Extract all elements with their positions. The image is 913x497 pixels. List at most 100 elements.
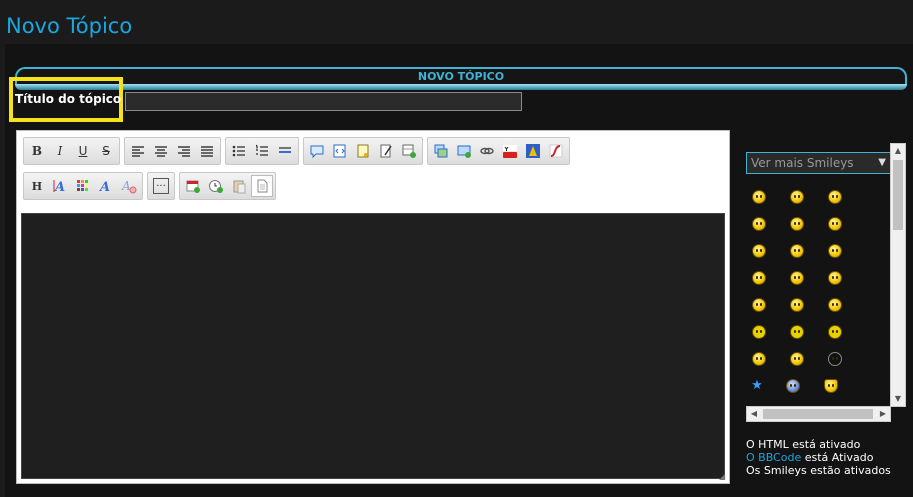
edit-page-icon (380, 144, 392, 158)
smiley-icon[interactable] (752, 217, 766, 231)
smiley-panel: Ver mais Smileys ▼ ★ (746, 152, 906, 422)
scroll-down-icon[interactable]: ▼ (891, 392, 905, 406)
font-size-button[interactable]: A (49, 175, 71, 197)
heading-button[interactable]: H (26, 175, 48, 197)
italic-button[interactable]: I (49, 140, 71, 162)
smiley-icon[interactable] (786, 379, 800, 393)
scroll-right-icon[interactable]: ▶ (876, 407, 890, 421)
smiley-icon[interactable] (790, 298, 804, 312)
bullet-list-icon (232, 145, 245, 157)
numbered-list-button[interactable] (251, 140, 273, 162)
font-face-icon: A (98, 180, 110, 194)
smileys-status: Os Smileys estão ativados (746, 464, 891, 477)
remove-format-button[interactable]: A (118, 175, 140, 197)
youtube-button[interactable] (499, 140, 521, 162)
editor: B I U S H A A A ··· ◢ (16, 130, 730, 484)
smiley-icon[interactable] (828, 244, 842, 258)
link-icon (480, 147, 494, 155)
smiley-icon[interactable] (828, 190, 842, 204)
source-mode-button[interactable] (251, 175, 273, 197)
more-smileys-select[interactable]: Ver mais Smileys ▼ (746, 152, 891, 174)
align-left-button[interactable] (127, 140, 149, 162)
svg-text:A: A (53, 180, 65, 194)
table-add-icon (402, 144, 416, 158)
color-button[interactable] (72, 175, 94, 197)
eyes-smiley-icon[interactable] (828, 352, 842, 366)
smiley-icon[interactable] (752, 352, 766, 366)
date-button[interactable] (182, 175, 204, 197)
smiley-icon[interactable] (790, 217, 804, 231)
toolbar-row-1: B I U S (23, 137, 570, 165)
host-image-button[interactable] (453, 140, 475, 162)
smiley-icon[interactable] (828, 298, 842, 312)
form-header: NOVO TÓPICO (15, 67, 907, 85)
table-button[interactable] (398, 140, 420, 162)
title-input[interactable] (125, 92, 522, 111)
quote-button[interactable] (306, 140, 328, 162)
underline-button[interactable]: U (72, 140, 94, 162)
paste-button[interactable] (228, 175, 250, 197)
align-right-button[interactable] (173, 140, 195, 162)
note-icon (357, 144, 369, 158)
code-icon (333, 144, 346, 158)
font-face-button[interactable]: A (95, 175, 117, 197)
align-left-icon (132, 146, 144, 157)
star-icon[interactable]: ★ (750, 379, 764, 393)
flash-button[interactable] (545, 140, 567, 162)
image-icon (434, 144, 448, 158)
smiley-icon[interactable] (752, 271, 766, 285)
smiley-vertical-scrollbar[interactable]: ▲ ▼ (890, 143, 906, 407)
more-smileys-label: Ver mais Smileys (751, 156, 854, 170)
horizontal-rule-button[interactable] (274, 140, 296, 162)
link-button[interactable] (476, 140, 498, 162)
page-title: Novo Tópico (6, 14, 133, 38)
underline-label: U (78, 144, 88, 158)
exclamation-smiley-icon[interactable] (752, 325, 766, 339)
scroll-thumb[interactable] (763, 409, 873, 419)
align-center-icon (155, 146, 167, 157)
scroll-thumb[interactable] (893, 160, 903, 230)
more-button[interactable]: ··· (150, 175, 172, 197)
smiley-icon[interactable] (828, 217, 842, 231)
message-textarea[interactable] (21, 213, 725, 479)
heart-smiley-icon[interactable] (824, 379, 838, 393)
bbcode-link[interactable]: O BBCode (746, 451, 801, 464)
code-button[interactable] (329, 140, 351, 162)
question-smiley-icon[interactable] (790, 325, 804, 339)
resize-grip-icon[interactable]: ◢ (719, 473, 727, 481)
align-center-button[interactable] (150, 140, 172, 162)
bullet-list-button[interactable] (228, 140, 250, 162)
strike-label: S (102, 144, 110, 158)
smiley-icon[interactable] (790, 352, 804, 366)
strike-button[interactable]: S (95, 140, 117, 162)
clipboard-icon (233, 180, 246, 194)
dailymotion-icon (526, 144, 540, 158)
hide-button[interactable] (375, 140, 397, 162)
bold-button[interactable]: B (26, 140, 48, 162)
smiley-icon[interactable] (752, 244, 766, 258)
image-upload-icon (457, 145, 471, 158)
dailymotion-button[interactable] (522, 140, 544, 162)
bbcode-status: O BBCode está Ativado (746, 451, 891, 464)
document-icon (257, 179, 268, 193)
bbcode-status-text: está Ativado (801, 451, 874, 464)
smiley-icon[interactable] (752, 190, 766, 204)
image-button[interactable] (430, 140, 452, 162)
justify-icon (201, 146, 213, 157)
smiley-icon[interactable] (790, 271, 804, 285)
smiley-icon[interactable] (828, 271, 842, 285)
time-button[interactable] (205, 175, 227, 197)
justify-button[interactable] (196, 140, 218, 162)
smiley-icon[interactable] (790, 190, 804, 204)
idea-smiley-icon[interactable] (828, 325, 842, 339)
spoiler-button[interactable] (352, 140, 374, 162)
horizontal-rule-icon (279, 147, 291, 153)
list-group (225, 137, 299, 165)
smiley-icon[interactable] (790, 244, 804, 258)
scroll-up-icon[interactable]: ▲ (891, 144, 905, 158)
smiley-horizontal-scrollbar[interactable]: ◀ ▶ (746, 406, 891, 422)
numbered-list-icon (256, 144, 268, 156)
scroll-left-icon[interactable]: ◀ (747, 407, 761, 421)
smiley-icon[interactable] (752, 298, 766, 312)
align-right-icon (178, 146, 190, 157)
